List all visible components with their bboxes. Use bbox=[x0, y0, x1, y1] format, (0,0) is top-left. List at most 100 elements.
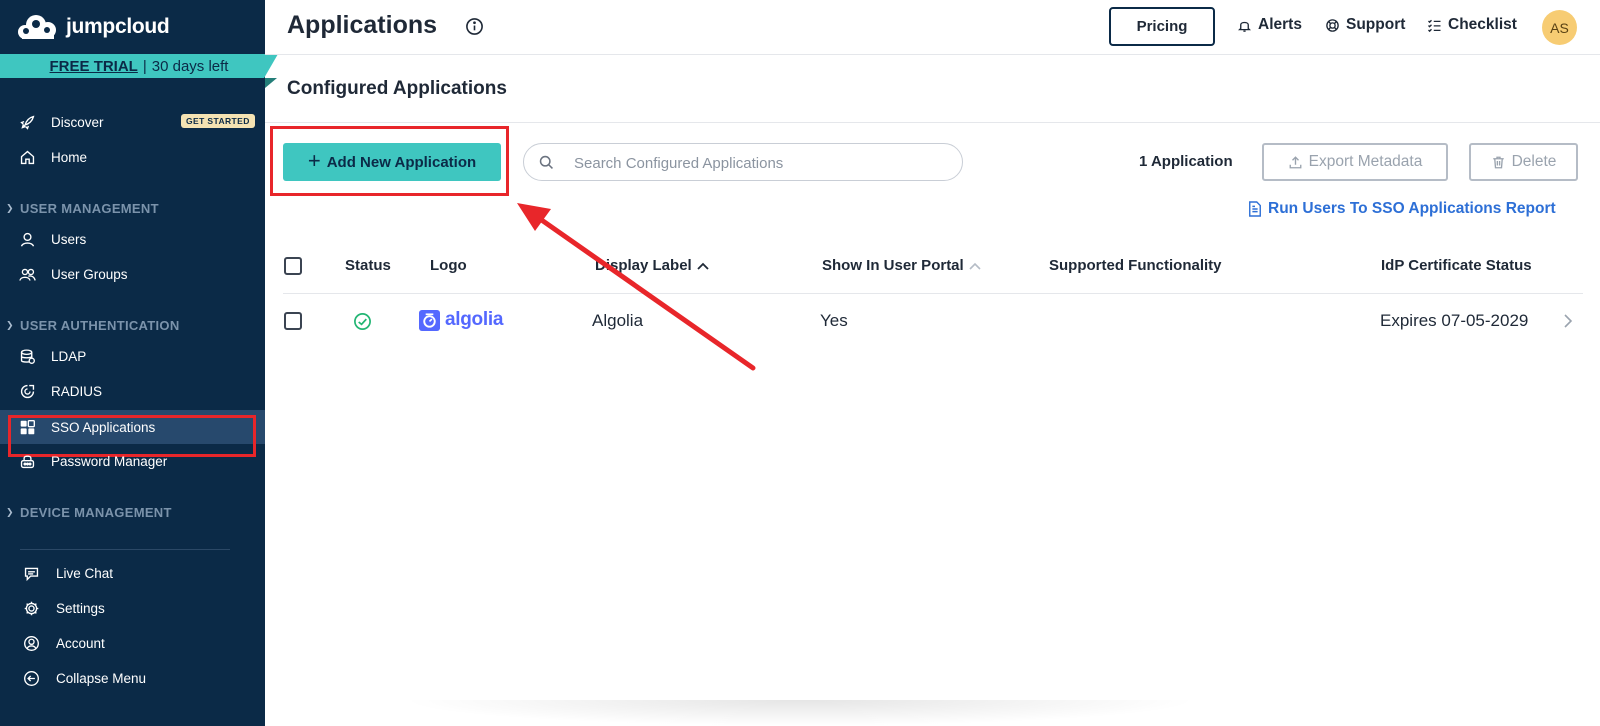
sidebar-item-ldap[interactable]: LDAP bbox=[0, 339, 265, 373]
alerts-link[interactable]: Alerts bbox=[1237, 16, 1302, 34]
sidebar-item-label: Live Chat bbox=[56, 565, 114, 581]
application-count: 1 Application bbox=[1139, 153, 1233, 170]
collapse-arrow-icon bbox=[22, 669, 40, 687]
document-icon bbox=[1249, 201, 1261, 217]
chevron-down-icon: ❯ bbox=[6, 506, 14, 517]
search-input[interactable] bbox=[574, 151, 944, 175]
page-title: Applications bbox=[287, 11, 438, 39]
sidebar-item-label: Password Manager bbox=[51, 453, 168, 469]
annotation-arrow bbox=[517, 203, 756, 371]
column-header-label: Show In User Portal bbox=[822, 257, 964, 274]
support-link[interactable]: Support bbox=[1325, 16, 1405, 34]
chevron-down-icon: ❯ bbox=[6, 202, 14, 213]
alerts-label: Alerts bbox=[1258, 16, 1302, 33]
export-metadata-label: Export Metadata bbox=[1308, 153, 1423, 170]
chevron-right-icon[interactable] bbox=[1563, 313, 1573, 329]
sidebar-item-discover[interactable]: Discover GET STARTED bbox=[0, 105, 265, 139]
jumpcloud-cloud-icon bbox=[18, 15, 56, 39]
row-checkbox[interactable] bbox=[284, 312, 302, 330]
algolia-logo-icon bbox=[419, 309, 440, 331]
sidebar: jumpcloud FREE TRIAL | 30 days left Disc… bbox=[0, 0, 278, 726]
section-title: Configured Applications bbox=[287, 78, 507, 99]
sidebar-item-account[interactable]: Account bbox=[0, 626, 265, 660]
sidebar-item-password-manager[interactable]: Password Manager bbox=[0, 444, 265, 478]
column-header-idp-certificate-status[interactable]: IdP Certificate Status bbox=[1381, 257, 1532, 274]
jumpcloud-logo[interactable]: jumpcloud bbox=[14, 12, 170, 42]
password-manager-icon bbox=[18, 452, 36, 470]
user-icon bbox=[18, 230, 36, 248]
rocket-icon bbox=[18, 113, 36, 131]
bottom-shadow bbox=[400, 700, 1200, 726]
section-label: DEVICE MANAGEMENT bbox=[20, 504, 172, 520]
sidebar-item-settings[interactable]: Settings bbox=[0, 591, 265, 625]
top-bar: Applications Pricing Alerts Support Chec… bbox=[265, 0, 1600, 55]
cell-idp-certificate-status: Expires 07-05-2029 bbox=[1380, 311, 1529, 330]
get-started-badge[interactable]: GET STARTED bbox=[181, 114, 255, 128]
chat-icon bbox=[22, 564, 40, 582]
export-metadata-button[interactable]: Export Metadata bbox=[1262, 143, 1448, 181]
delete-label: Delete bbox=[1511, 153, 1557, 170]
sidebar-item-home[interactable]: Home bbox=[0, 140, 265, 174]
sidebar-item-collapse-menu[interactable]: Collapse Menu bbox=[0, 661, 265, 695]
section-user-authentication[interactable]: ❯ USER AUTHENTICATION bbox=[0, 314, 265, 336]
trial-separator: | bbox=[142, 57, 147, 75]
select-all-checkbox[interactable] bbox=[284, 257, 302, 275]
checklist-icon bbox=[1428, 19, 1441, 32]
trial-banner: FREE TRIAL | 30 days left bbox=[0, 54, 278, 78]
support-label: Support bbox=[1346, 16, 1406, 33]
run-users-sso-report-link[interactable]: Run Users To SSO Applications Report bbox=[1248, 200, 1556, 218]
sidebar-item-radius[interactable]: RADIUS bbox=[0, 374, 265, 408]
trash-icon bbox=[1492, 156, 1504, 168]
section-device-management[interactable]: ❯ DEVICE MANAGEMENT bbox=[0, 501, 265, 523]
user-group-icon bbox=[18, 265, 36, 283]
sidebar-item-label: Collapse Menu bbox=[56, 670, 147, 686]
user-avatar[interactable]: AS bbox=[1542, 10, 1577, 45]
sidebar-item-live-chat[interactable]: Live Chat bbox=[0, 556, 265, 590]
report-link-label: Run Users To SSO Applications Report bbox=[1268, 200, 1556, 217]
column-header-logo: Logo bbox=[430, 257, 467, 274]
sidebar-item-label: Discover bbox=[51, 114, 104, 130]
configured-applications-header: Configured Applications bbox=[265, 56, 1600, 123]
column-header-show-in-user-portal[interactable]: Show In User Portal bbox=[822, 257, 982, 274]
checklist-label: Checklist bbox=[1448, 16, 1517, 33]
search-icon bbox=[539, 155, 553, 169]
radius-icon bbox=[18, 382, 36, 400]
sort-icon[interactable] bbox=[968, 261, 982, 271]
checklist-link[interactable]: Checklist bbox=[1427, 16, 1517, 34]
account-icon bbox=[22, 634, 40, 652]
section-label: USER AUTHENTICATION bbox=[20, 317, 180, 333]
annotation-highlight-add-button bbox=[270, 126, 509, 196]
sidebar-item-label: Home bbox=[51, 149, 88, 165]
sidebar-item-label: LDAP bbox=[51, 348, 87, 364]
algolia-logo: algolia bbox=[419, 309, 503, 331]
search-field[interactable] bbox=[523, 143, 963, 181]
sidebar-item-label: Settings bbox=[56, 600, 105, 616]
status-check-circle-icon bbox=[354, 313, 371, 330]
cell-show-in-user-portal: Yes bbox=[820, 311, 848, 330]
sidebar-item-label: Users bbox=[51, 231, 87, 247]
pricing-button[interactable]: Pricing bbox=[1109, 7, 1215, 46]
trial-days-left: 30 days left bbox=[151, 57, 229, 75]
bell-icon bbox=[1237, 21, 1252, 32]
section-label: USER MANAGEMENT bbox=[20, 200, 159, 216]
table-header-divider bbox=[283, 293, 1583, 294]
support-lifebuoy-icon bbox=[1326, 18, 1339, 32]
sidebar-divider bbox=[20, 549, 230, 550]
column-header-status[interactable]: Status bbox=[345, 257, 391, 274]
free-trial-link[interactable]: FREE TRIAL bbox=[50, 58, 138, 75]
sidebar-item-label: Account bbox=[56, 635, 105, 651]
algolia-logo-text: algolia bbox=[445, 309, 504, 330]
sidebar-item-user-groups[interactable]: User Groups bbox=[0, 257, 265, 291]
upload-icon bbox=[1289, 155, 1302, 168]
delete-button[interactable]: Delete bbox=[1469, 143, 1578, 181]
chevron-down-icon: ❯ bbox=[6, 319, 14, 330]
home-icon bbox=[18, 148, 36, 166]
info-icon[interactable] bbox=[465, 17, 484, 36]
column-header-supported-functionality: Supported Functionality bbox=[1049, 257, 1222, 274]
sidebar-item-label: RADIUS bbox=[51, 383, 103, 399]
brand-name: jumpcloud bbox=[66, 15, 170, 38]
ldap-database-icon bbox=[18, 347, 36, 365]
sidebar-item-label: User Groups bbox=[51, 266, 128, 282]
section-user-management[interactable]: ❯ USER MANAGEMENT bbox=[0, 197, 265, 219]
sidebar-item-users[interactable]: Users bbox=[0, 222, 265, 256]
